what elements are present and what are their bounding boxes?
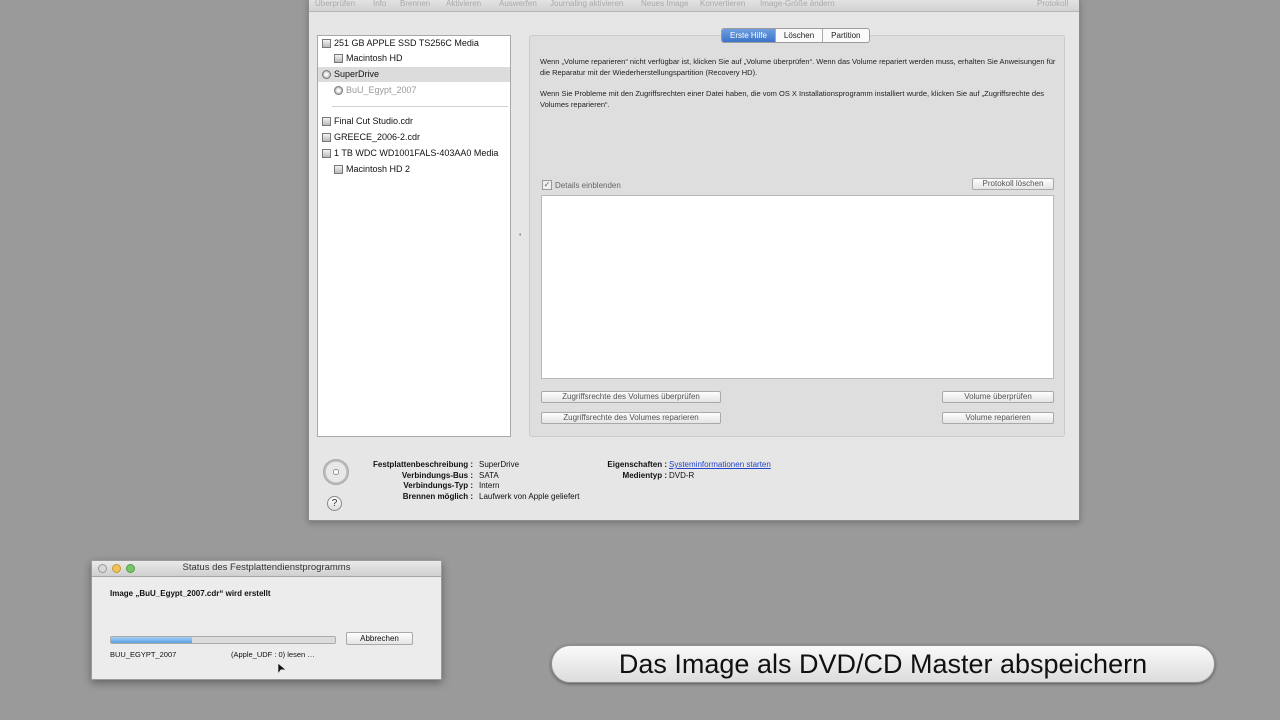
info-value-media-type: DVD-R (669, 470, 695, 480)
device-list[interactable]: 251 GB APPLE SSD TS256C Media Macintosh … (317, 35, 511, 437)
info-value-burn: Laufwerk von Apple geliefert (479, 491, 580, 501)
volume-icon (334, 165, 343, 174)
sidebar-item-label: Final Cut Studio.cdr (334, 116, 414, 126)
first-aid-instructions-volume: Wenn „Volume reparieren“ nicht verfügbar… (540, 57, 1056, 77)
status-detail: (Apple_UDF : 0) lesen … (231, 650, 315, 659)
sidebar-item-ssd[interactable]: 251 GB APPLE SSD TS256C Media (318, 36, 510, 51)
info-label-properties: Eigenschaften : (607, 460, 667, 469)
hard-disk-icon (322, 149, 331, 158)
verify-permissions-button[interactable]: Zugriffsrechte des Volumes überprüfen (541, 391, 721, 403)
sidebar-item-label: Macintosh HD (346, 53, 403, 63)
status-window: Status des Festplattendienstprogramms Im… (91, 560, 442, 680)
toolbar-verify[interactable]: Überprüfen (315, 0, 355, 8)
sidebar-item-label: 1 TB WDC WD1001FALS-403AA0 Media (334, 148, 499, 158)
volume-icon (334, 54, 343, 63)
info-label-burn: Brennen möglich : (402, 491, 473, 501)
toolbar-eject[interactable]: Auswerfen (499, 0, 537, 8)
toolbar-log[interactable]: Protokoll (1037, 0, 1068, 8)
superdrive-disc-icon (323, 459, 349, 485)
disk-utility-window: Überprüfen Info Brennen Aktivieren Auswe… (308, 0, 1080, 521)
sidebar-item-label: SuperDrive (334, 69, 380, 79)
toolbar-journaling[interactable]: Journaling aktivieren (550, 0, 623, 8)
status-volume-name: BUU_EGYPT_2007 (110, 650, 177, 659)
details-label: Details einblenden (555, 180, 621, 190)
hard-disk-icon (322, 39, 331, 48)
sidebar-item-greece[interactable]: GREECE_2006-2.cdr (318, 130, 510, 145)
toolbar-new-image[interactable]: Neues Image (641, 0, 689, 8)
details-toggle[interactable]: ✓ Details einblenden (542, 180, 621, 190)
video-caption: Das Image als DVD/CD Master abspeichern (551, 645, 1215, 683)
status-message: Image „BuU_Egypt_2007.cdr“ wird erstellt (110, 589, 271, 598)
info-label-bus: Verbindungs-Bus : (401, 470, 473, 480)
sidebar-item-label: 251 GB APPLE SSD TS256C Media (334, 38, 479, 48)
repair-permissions-button[interactable]: Zugriffsrechte des Volumes reparieren (541, 412, 721, 424)
info-value-bus: SATA (479, 470, 499, 480)
tab-first-aid[interactable]: Erste Hilfe (722, 29, 776, 42)
disc-icon (334, 86, 343, 95)
sidebar-item-final-cut[interactable]: Final Cut Studio.cdr (318, 114, 510, 129)
system-info-link[interactable]: Systeminformationen starten (669, 460, 771, 471)
status-window-title: Status des Festplattendienstprogramms (182, 562, 351, 573)
image-file-icon (322, 117, 331, 126)
progress-fill (111, 637, 192, 643)
log-output[interactable] (541, 195, 1054, 379)
clear-log-button[interactable]: Protokoll löschen (972, 178, 1054, 190)
first-aid-instructions-permissions: Wenn Sie Probleme mit den Zugriffsrechte… (540, 89, 1044, 109)
info-label-description: Festplattenbeschreibung : (372, 460, 473, 469)
sidebar-item-label: BuU_Egypt_2007 (346, 85, 417, 95)
help-button[interactable]: ? (327, 496, 342, 511)
info-label-type: Verbindungs-Typ : (403, 481, 473, 490)
toolbar-burn[interactable]: Brennen (400, 0, 430, 8)
splitter-handle[interactable]: • (519, 232, 521, 239)
progress-bar (110, 636, 336, 644)
toolbar: Überprüfen Info Brennen Aktivieren Auswe… (309, 0, 1079, 12)
repair-volume-button[interactable]: Volume reparieren (942, 412, 1054, 424)
sidebar-item-macintosh-hd-2[interactable]: Macintosh HD 2 (318, 162, 510, 177)
tab-bar: Erste Hilfe Löschen Partition (721, 28, 870, 43)
toolbar-convert[interactable]: Konvertieren (700, 0, 745, 8)
checkmark-icon[interactable]: ✓ (542, 180, 552, 190)
status-titlebar: Status des Festplattendienstprogramms (92, 561, 441, 577)
info-value-type: Intern (479, 481, 500, 490)
info-label-media-type: Medientyp : (622, 470, 667, 480)
verify-volume-button[interactable]: Volume überprüfen (942, 391, 1054, 403)
image-file-icon (322, 133, 331, 142)
cancel-button[interactable]: Abbrechen (346, 632, 413, 645)
sidebar-item-label: GREECE_2006-2.cdr (334, 132, 421, 142)
toolbar-info[interactable]: Info (373, 0, 386, 8)
sidebar-item-superdrive[interactable]: SuperDrive (318, 67, 510, 82)
sidebar-item-macintosh-hd[interactable]: Macintosh HD (318, 51, 510, 66)
sidebar-item-wdc[interactable]: 1 TB WDC WD1001FALS-403AA0 Media (318, 146, 510, 161)
sidebar-separator (332, 106, 508, 107)
tab-partition[interactable]: Partition (823, 29, 868, 42)
optical-drive-icon (322, 70, 331, 79)
sidebar-item-label: Macintosh HD 2 (346, 164, 411, 174)
toolbar-resize-image[interactable]: Image-Größe ändern (760, 0, 835, 8)
sidebar-item-buu-egypt[interactable]: BuU_Egypt_2007 (318, 83, 510, 98)
toolbar-mount[interactable]: Aktivieren (446, 0, 481, 8)
tab-erase[interactable]: Löschen (776, 29, 824, 42)
info-value-description: SuperDrive (479, 460, 520, 469)
